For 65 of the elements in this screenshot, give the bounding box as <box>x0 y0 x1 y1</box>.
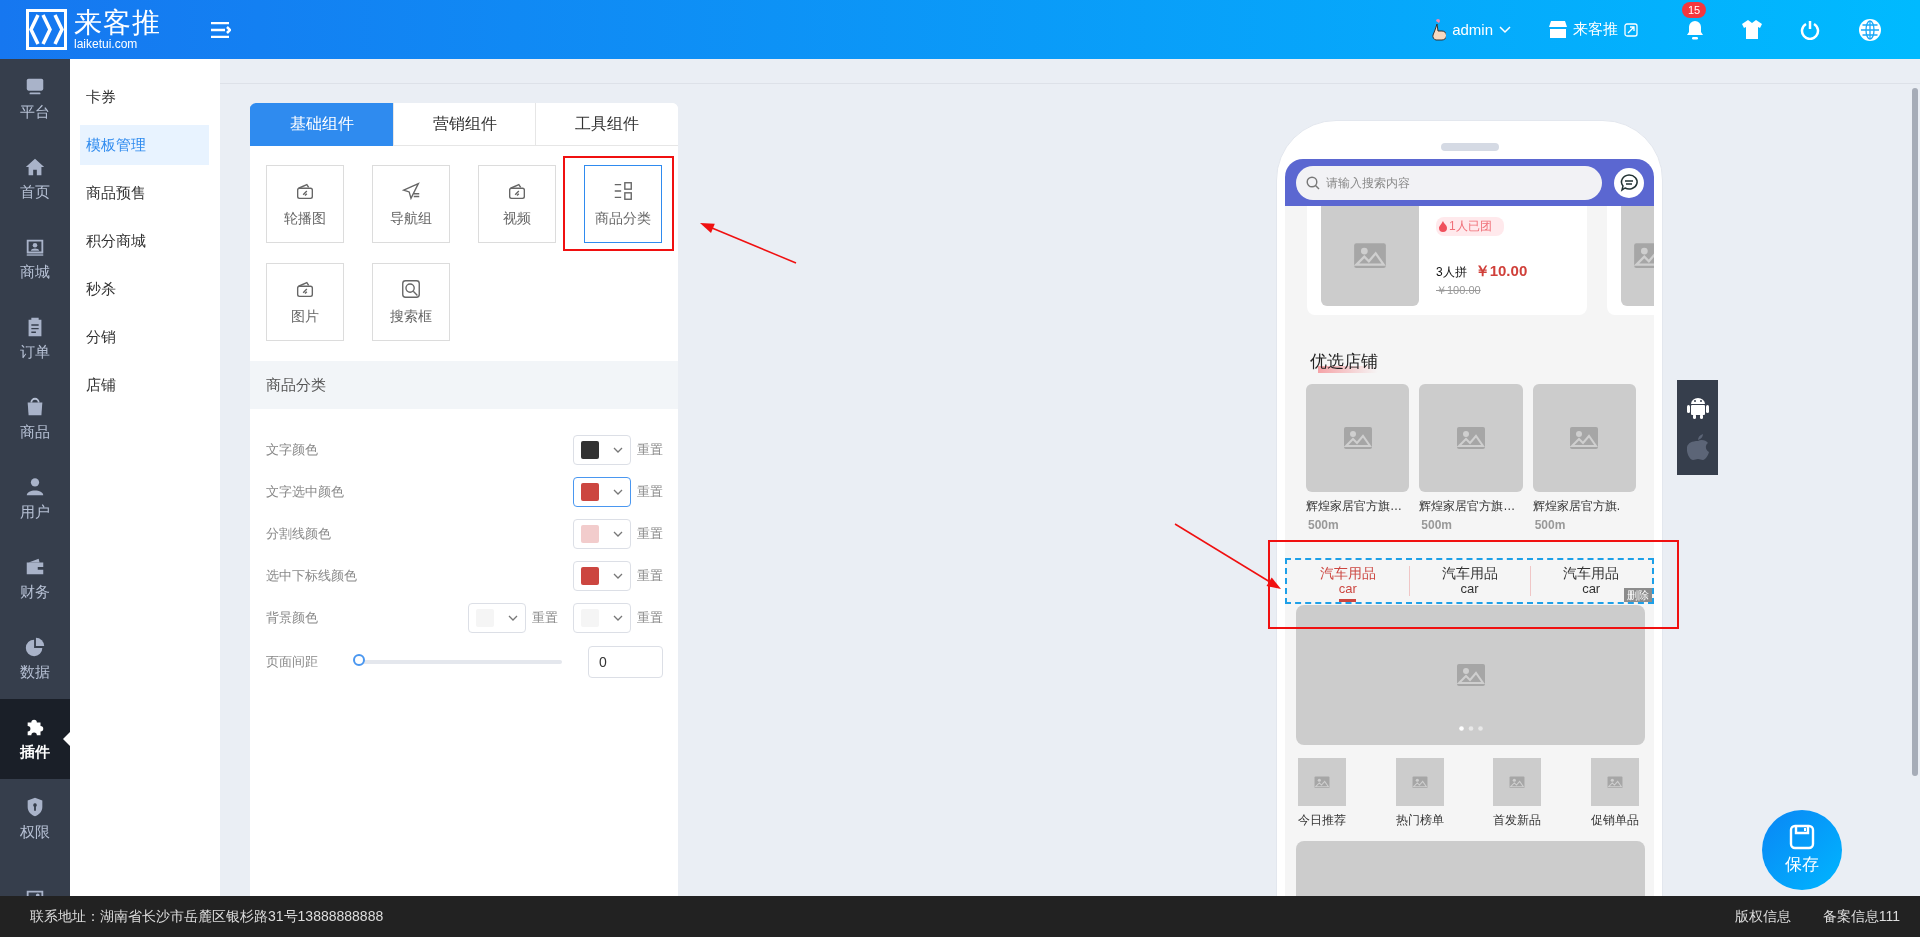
reset-button[interactable]: 重置 <box>637 567 663 585</box>
notification-badge: 15 <box>1682 1 1707 18</box>
category-tab[interactable]: 汽车用品 car <box>1408 564 1531 598</box>
rail-item[interactable]: 数据 <box>0 619 70 699</box>
footer-link[interactable]: 备案信息111 <box>1822 907 1900 926</box>
property-label: 文字颜色 <box>266 441 319 459</box>
component-tile[interactable]: 商品分类 <box>584 165 662 243</box>
rail-item[interactable]: 权限 <box>0 779 70 859</box>
search-field[interactable]: 请输入搜索内容 <box>1296 165 1602 200</box>
panel-tab[interactable]: 基础组件 <box>250 103 393 146</box>
component-tile[interactable]: 搜索框 <box>372 263 450 341</box>
submenu-item[interactable]: 商品预售 <box>80 173 209 213</box>
panel-tab[interactable]: 营销组件 <box>392 103 536 146</box>
property-label: 文字选中颜色 <box>266 483 345 501</box>
rail-item[interactable]: 财务 <box>0 539 70 619</box>
store-distance: 500m <box>1307 518 1340 532</box>
spacing-input[interactable]: 0 <box>588 646 663 678</box>
submenu-item[interactable]: 秒杀 <box>80 269 209 309</box>
rail-item[interactable]: 首页 <box>0 139 70 219</box>
reset-button[interactable]: 重置 <box>532 609 558 627</box>
section-title: 优选店铺 <box>1310 350 1378 373</box>
price: ￥10.00 <box>1474 262 1528 281</box>
group-size: 3人拼 <box>1436 264 1467 281</box>
badge-text: 1人已团 <box>1449 218 1492 235</box>
section-title: 商品分类 <box>250 361 678 409</box>
property-label: 页面间距 <box>266 653 319 671</box>
nav-label[interactable]: 今日推荐 <box>1298 812 1346 829</box>
reset-button[interactable]: 重置 <box>637 525 663 543</box>
rail-item[interactable]: 插件 <box>0 699 70 779</box>
store-name: 辉煌家居官方旗… <box>1306 498 1403 515</box>
submenu-item[interactable]: 分销 <box>80 317 209 357</box>
nav-label[interactable]: 首发新品 <box>1493 812 1542 829</box>
submenu-item[interactable]: 模板管理 <box>80 125 209 165</box>
rail-item[interactable]: 商城 <box>0 219 70 299</box>
store-distance: 500m <box>1420 518 1454 532</box>
component-tile[interactable]: 轮播图 <box>266 165 344 243</box>
nav-label[interactable]: 热门榜单 <box>1395 812 1444 829</box>
footer-link[interactable]: 版权信息 <box>1734 907 1791 926</box>
property-label: 分割线颜色 <box>266 525 332 543</box>
store-name: 辉煌家居官方旗. <box>1532 498 1621 515</box>
property-label: 选中下标线颜色 <box>266 567 358 585</box>
reset-button[interactable]: 重置 <box>637 441 663 459</box>
delete-button[interactable]: 删除 <box>1624 588 1652 602</box>
submenu-item[interactable]: 积分商城 <box>80 221 209 261</box>
panel-tab[interactable]: 工具组件 <box>535 103 678 146</box>
property-label: 背景颜色 <box>266 609 319 627</box>
submenu-item[interactable]: 卡券 <box>80 77 209 117</box>
reset-button[interactable]: 重置 <box>637 609 663 627</box>
rail-item[interactable]: 用户 <box>0 459 70 539</box>
rail-item[interactable]: 商品 <box>0 379 70 459</box>
component-tile[interactable]: 图片 <box>266 263 344 341</box>
nav-label[interactable]: 促销单品 <box>1590 812 1639 829</box>
submenu-item[interactable]: 店铺 <box>80 365 209 405</box>
logo-title: 来客推 <box>74 8 161 38</box>
category-tab[interactable]: 汽车用品 car <box>1287 564 1409 598</box>
original-price: ￥100.00 <box>1436 283 1482 298</box>
component-tile[interactable]: 导航组 <box>372 165 450 243</box>
reset-button[interactable]: 重置 <box>637 483 663 501</box>
rail-item[interactable]: 订单 <box>0 299 70 379</box>
component-tile[interactable]: 视频 <box>478 165 556 243</box>
rail-item[interactable]: 平台 <box>0 59 70 139</box>
store-distance: 500m <box>1533 518 1567 532</box>
logo-subtitle: laiketui.com <box>74 38 139 51</box>
store-name: 辉煌家居官方旗… <box>1419 498 1517 515</box>
contact-address: 联系地址：湖南省长沙市岳麓区银杉路31号13888888888 <box>30 907 384 926</box>
